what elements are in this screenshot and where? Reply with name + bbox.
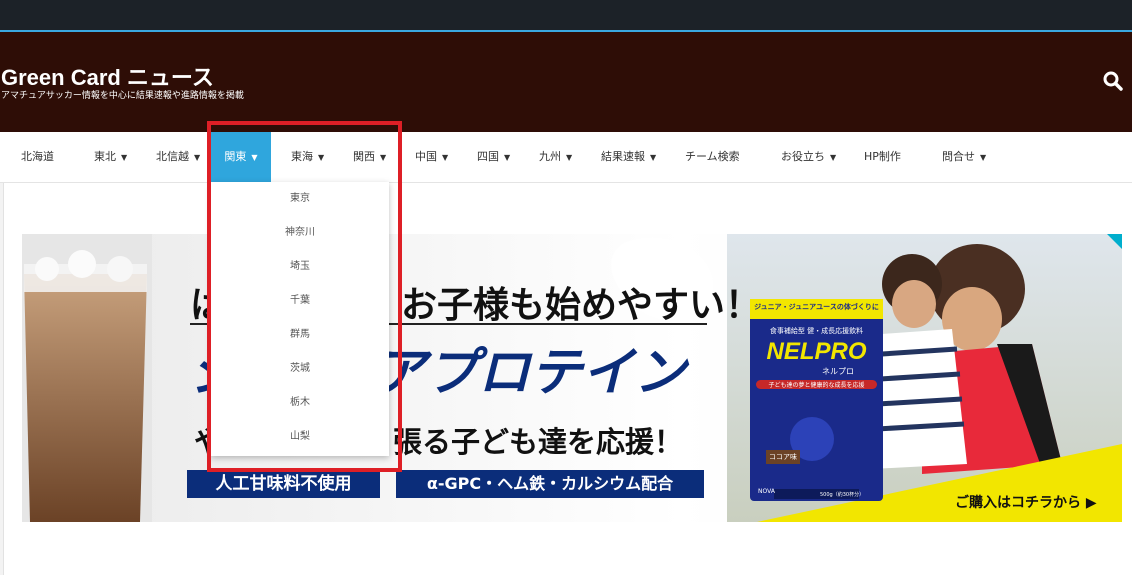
site-description: アマチュアサッカー情報を中心に結果速報や進路情報を掲載 [1,91,244,101]
nav-item-label: 四国 [477,150,499,163]
dropdown-item-gunma[interactable]: 群馬 [211,318,389,352]
caret-down-icon: ▼ [442,153,449,162]
nav-item-label: 関西 [353,150,375,163]
caret-down-icon: ▼ [121,153,128,162]
caret-down-icon: ▼ [830,153,837,162]
caret-down-icon: ▼ [251,153,258,162]
nav-item-shikoku[interactable]: 四国 ▼ [477,132,510,182]
package-top-text: ジュニア・ジュニアユースの体づくりに [754,303,879,311]
package-weight: 500g（約30杯分） [820,492,865,498]
top-bar [0,0,1132,32]
search-icon[interactable] [1102,70,1124,92]
nav-item-tokai[interactable]: 東海 ▼ [291,132,324,182]
package-flavor: ココア味 [769,453,797,461]
nav-item-kansai[interactable]: 関西 ▼ [353,132,386,182]
nav-item-results[interactable]: 結果速報 ▼ [601,132,656,182]
nav-item-useful[interactable]: お役立ち ▼ [781,132,836,182]
caret-down-icon: ▼ [650,153,657,162]
site-header: Green Card ニュース アマチュアサッカー情報を中心に結果速報や進路情報… [0,32,1132,132]
main-nav: 北海道 東北 ▼ 北信越 ▼ 関東 ▼ 東海 ▼ 関西 ▼ 中国 ▼ 四国 ▼ 九州 ▼ 結果速… [0,132,1132,188]
dropdown-item-tochigi[interactable]: 栃木 [211,386,389,420]
nav-item-label: 問合せ [942,150,975,163]
ad-headline-1-end: お子様も始めやすい！ [401,285,762,326]
search-icon-glyph [1103,71,1123,91]
caret-down-icon: ▼ [980,153,987,162]
nav-item-kyushu[interactable]: 九州 ▼ [539,132,572,182]
nav-item-team-search[interactable]: チーム検索 [685,132,740,182]
nav-item-label: 東海 [291,150,313,163]
nav-item-label: 北信越 [156,150,189,163]
nav-item-tohoku[interactable]: 東北 ▼ [94,132,127,182]
package-maker: NOVA [758,488,775,495]
nav-item-hp-production[interactable]: HP制作 [864,132,901,182]
caret-down-icon: ▼ [380,153,387,162]
dropdown-item-saitama[interactable]: 埼玉 [211,250,389,284]
nav-item-hokushinetsu[interactable]: 北信越 ▼ [156,132,200,182]
nav-item-contact[interactable]: 問合せ ▼ [942,132,986,182]
nav-item-chugoku[interactable]: 中国 ▼ [415,132,448,182]
nav-item-hokkaido[interactable]: 北海道 [21,132,54,182]
package-tag: 子ども達の夢と健康的な成長を応援 [756,380,877,389]
nav-item-kanto[interactable]: 関東 ▼ [211,132,271,188]
ad-banner[interactable]: はお子様も始めやすい！ ジアプロテイン や張る子ども達を応援！ 人工甘味料不使用… [22,234,1122,522]
nav-item-label: HP制作 [864,150,901,163]
caret-down-icon: ▼ [194,153,201,162]
dropdown-item-yamanashi[interactable]: 山梨 [211,420,389,454]
nav-item-label: 九州 [539,150,561,163]
cta-purchase-link[interactable]: ご購入はコチラから ▶ [955,492,1097,512]
package-brand: NELPRO [766,338,867,365]
kanto-dropdown-menu: 東京 神奈川 埼玉 千葉 群馬 茨城 栃木 山梨 [211,182,389,456]
nav-item-label: チーム検索 [685,150,740,163]
nav-item-label: 結果速報 [601,150,645,163]
nav-item-label: 関東 [224,150,247,163]
ad-headline-2-end: アプロテイン [374,343,687,403]
ad-headline-3-end: 張る子ども達を応援！ [393,425,684,459]
nav-item-label: 北海道 [21,150,54,163]
caret-down-icon: ▼ [566,153,573,162]
dropdown-item-ibaraki[interactable]: 茨城 [211,352,389,386]
nav-item-label: 東北 [94,150,116,163]
nav-item-label: 中国 [415,150,437,163]
package-brand-kana: ネルプロ [822,367,854,376]
dropdown-item-tokyo[interactable]: 東京 [211,182,389,216]
ad-badge-no-sweetener: 人工甘味料不使用 [215,474,352,494]
package-sub-text: 食事補給型 健・成長応援飲料 [769,327,864,335]
dropdown-item-chiba[interactable]: 千葉 [211,284,389,318]
dropdown-item-kanagawa[interactable]: 神奈川 [211,216,389,250]
caret-down-icon: ▼ [504,153,511,162]
caret-down-icon: ▼ [318,153,325,162]
nav-item-label: お役立ち [781,150,825,163]
ad-badge-ingredients: α-GPC・ヘム鉄・カルシウム配合 [426,474,674,493]
